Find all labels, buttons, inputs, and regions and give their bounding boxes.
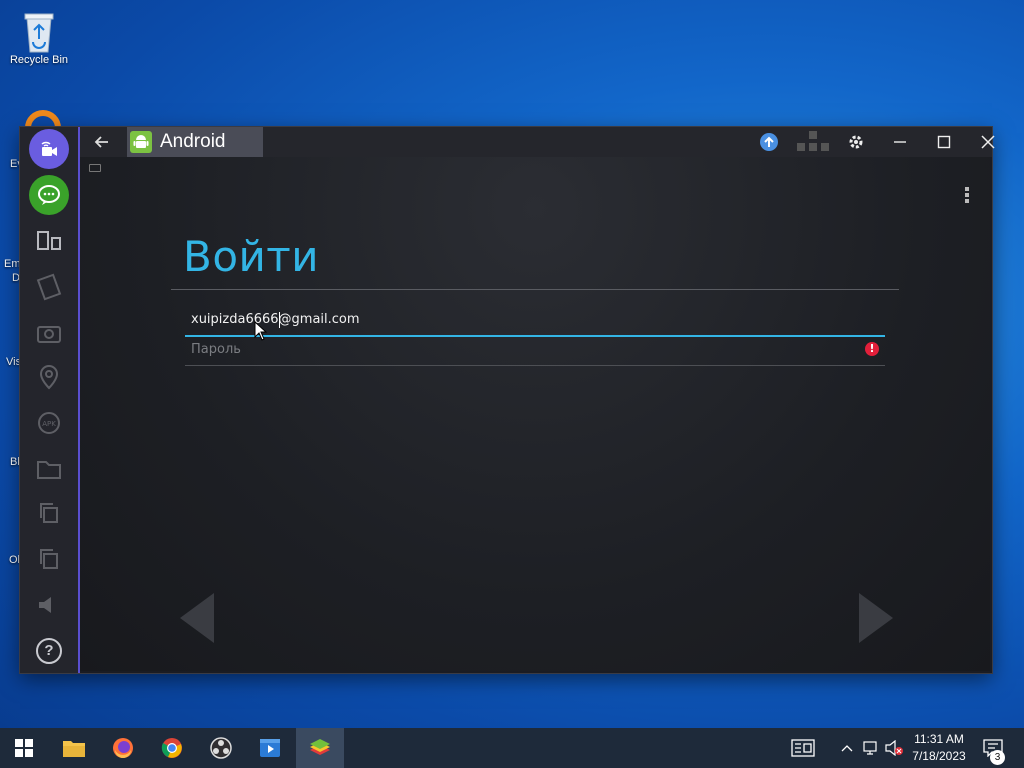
- folder-button[interactable]: [29, 449, 69, 489]
- taskbar-clock[interactable]: 11:31 AM 7/18/2023: [906, 731, 972, 765]
- password-placeholder: Пароль: [191, 342, 241, 357]
- network-icon: [863, 741, 877, 755]
- copy-button[interactable]: [29, 493, 69, 533]
- back-button[interactable]: [92, 132, 112, 152]
- dot-icon: [965, 193, 969, 197]
- taskbar-obs[interactable]: [197, 728, 245, 768]
- paste-button[interactable]: [29, 539, 69, 579]
- gear-icon: [849, 135, 863, 149]
- partial-desktop-label-3: D: [12, 272, 20, 284]
- recycle-bin-label: Recycle Bin: [9, 54, 69, 66]
- news-icon: [791, 739, 815, 757]
- volume-button[interactable]: [29, 585, 69, 625]
- window-titlebar: Android: [80, 127, 995, 157]
- windows-logo-icon: [15, 739, 33, 757]
- arrow-left-icon: [94, 136, 108, 148]
- tab-title: Android: [160, 131, 226, 152]
- location-button[interactable]: [29, 357, 69, 397]
- partial-desktop-label-6: Ol: [9, 554, 20, 566]
- maximize-icon: [937, 135, 951, 149]
- news-widget-button[interactable]: [790, 728, 816, 768]
- network-status-button[interactable]: [860, 728, 882, 768]
- settings-button[interactable]: [843, 131, 869, 153]
- taskbar-chrome[interactable]: [148, 728, 196, 768]
- sidebar: APK ?: [20, 127, 80, 673]
- overflow-menu-button[interactable]: [964, 187, 970, 207]
- start-button[interactable]: [0, 728, 48, 768]
- multi-instance-icon: [37, 231, 61, 250]
- notification-count-badge: 3: [990, 750, 1005, 765]
- dot-icon: [965, 187, 969, 191]
- partial-desktop-label-5: Bl: [10, 456, 20, 468]
- partial-desktop-label-4: Vis: [6, 356, 22, 368]
- page-title: Войти: [183, 232, 320, 281]
- camera-wifi-icon: [41, 141, 57, 156]
- camera-app-button[interactable]: [29, 129, 69, 169]
- minimize-icon: [894, 141, 906, 143]
- keyboard-icon: [89, 164, 101, 172]
- android-screen: Войти xuipizda6666@gmail.com Пароль !: [80, 157, 990, 671]
- screenshot-button[interactable]: [29, 313, 69, 353]
- maximize-button[interactable]: [931, 131, 957, 153]
- video-editor-icon: [260, 739, 280, 757]
- apk-install-button[interactable]: APK: [29, 403, 69, 443]
- email-field[interactable]: xuipizda6666@gmail.com: [185, 309, 885, 337]
- clock-date: 7/18/2023: [912, 749, 966, 763]
- volume-status-button[interactable]: [883, 728, 905, 768]
- taskbar-file-explorer[interactable]: [50, 728, 98, 768]
- update-button[interactable]: [756, 131, 782, 153]
- apk-icon: APK: [38, 412, 60, 434]
- firefox-icon: [113, 738, 133, 758]
- location-pin-icon: [39, 364, 59, 390]
- help-button[interactable]: ?: [29, 631, 69, 671]
- paste-icon: [40, 549, 58, 569]
- rotate-button[interactable]: [29, 267, 69, 307]
- copy-icon: [40, 503, 58, 523]
- text-cursor: [278, 312, 280, 328]
- svg-text:APK: APK: [42, 420, 56, 428]
- keyboard-keys-icon: [797, 131, 829, 151]
- speaker-icon: [39, 597, 51, 613]
- rotate-icon: [36, 273, 62, 301]
- chat-bubble-icon: [38, 185, 60, 205]
- help-icon: ?: [36, 638, 62, 664]
- title-divider: [171, 289, 899, 290]
- dot-icon: [965, 199, 969, 203]
- taskbar-bluestacks[interactable]: [296, 728, 344, 768]
- folder-icon: [63, 741, 85, 757]
- recycle-bin-desktop-icon[interactable]: Recycle Bin: [0, 8, 78, 66]
- chevron-up-icon: [841, 745, 853, 752]
- next-arrow-button[interactable]: [855, 591, 895, 645]
- android-robot-icon: [130, 131, 152, 153]
- tab-android[interactable]: Android: [127, 127, 263, 157]
- password-field[interactable]: Пароль !: [185, 339, 885, 366]
- taskbar-video-editor[interactable]: [246, 728, 294, 768]
- partial-desktop-label-2: Em: [4, 258, 21, 270]
- speaker-muted-icon: [885, 740, 903, 756]
- upload-arrow-icon: [760, 133, 778, 151]
- clock-time: 11:31 AM: [914, 732, 964, 746]
- bluestacks-icon: [310, 739, 330, 755]
- camera-icon: [37, 326, 61, 343]
- multi-instance-button[interactable]: [29, 221, 69, 261]
- keymapping-button[interactable]: [794, 131, 832, 153]
- email-value: xuipizda6666@gmail.com: [191, 312, 360, 327]
- error-icon: !: [865, 342, 879, 356]
- close-button[interactable]: [975, 131, 1001, 153]
- folder-icon: [37, 461, 61, 479]
- recycle-bin-icon: [19, 8, 59, 54]
- chat-app-button[interactable]: [29, 175, 69, 215]
- minimize-button[interactable]: [887, 131, 913, 153]
- mouse-pointer-icon: [254, 321, 268, 341]
- obs-icon: [210, 737, 232, 759]
- show-hidden-icons-button[interactable]: [838, 728, 856, 768]
- previous-arrow-button[interactable]: [178, 591, 218, 645]
- chrome-icon: [161, 738, 182, 758]
- taskbar-firefox[interactable]: [99, 728, 147, 768]
- close-icon: [981, 135, 995, 149]
- taskbar: 11:31 AM 7/18/2023 3: [0, 728, 1024, 768]
- bluestacks-window: APK ? Android Войти xuipizda6666@gmail.c…: [20, 127, 995, 673]
